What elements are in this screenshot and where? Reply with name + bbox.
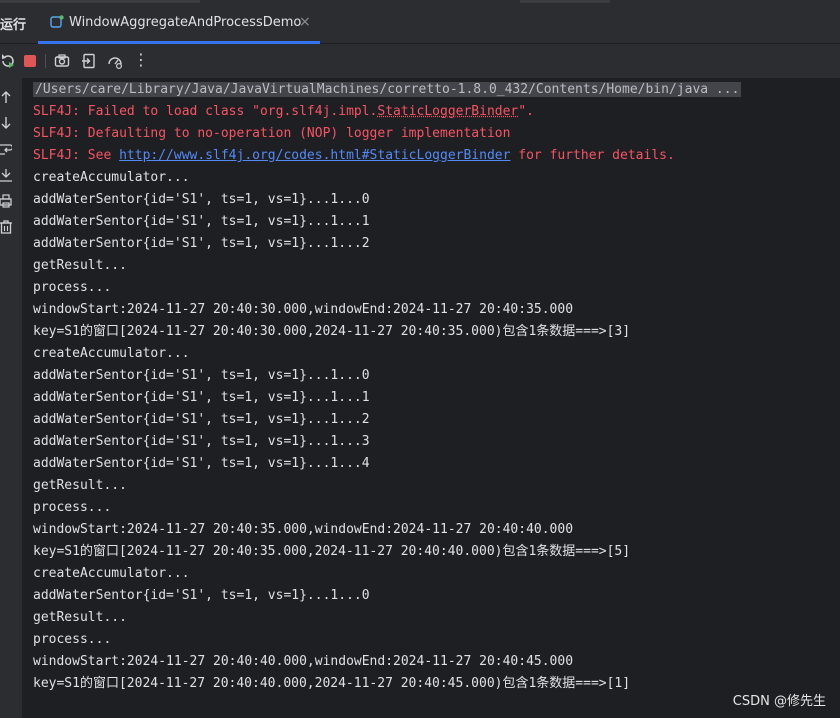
console-side-toolbar <box>0 78 22 718</box>
scroll-to-end-icon[interactable] <box>0 168 12 182</box>
console-line: createAccumulator... <box>33 566 190 581</box>
error-text: ". <box>518 104 534 119</box>
run-toolbar: ⋮ <box>0 44 840 78</box>
tab-window-aggregate-and-process-demo[interactable]: WindowAggregateAndProcessDemo × <box>38 8 320 44</box>
console-line: windowStart:2024-11-27 20:40:40.000,wind… <box>33 654 574 669</box>
soft-wrap-icon[interactable] <box>0 142 12 156</box>
console-line: addWaterSentor{id='S1', ts=1, vs=1}...1.… <box>33 236 370 251</box>
tab-label: WindowAggregateAndProcessDemo <box>69 15 302 30</box>
trash-icon[interactable] <box>0 220 12 234</box>
slf4j-link[interactable]: http://www.slf4j.org/codes.html#StaticLo… <box>119 148 510 163</box>
console-line: getResult... <box>33 610 127 625</box>
console-line: process... <box>33 280 112 295</box>
header-shadow <box>0 0 200 3</box>
header-shadow <box>520 0 610 3</box>
console-line: addWaterSentor{id='S1', ts=1, vs=1}...1.… <box>33 456 370 471</box>
console-line: key=S1的窗口[2024-11-27 20:40:40.000,2024-1… <box>33 676 631 691</box>
console-line: process... <box>33 500 112 515</box>
console-line: addWaterSentor{id='S1', ts=1, vs=1}...1.… <box>33 412 370 427</box>
console-line: addWaterSentor{id='S1', ts=1, vs=1}...1.… <box>33 214 370 229</box>
console-line: addWaterSentor{id='S1', ts=1, vs=1}...1.… <box>33 434 370 449</box>
console-line: addWaterSentor{id='S1', ts=1, vs=1}...1.… <box>33 368 370 383</box>
print-icon[interactable] <box>0 194 12 208</box>
toolbar-separator <box>45 54 46 68</box>
console-line: windowStart:2024-11-27 20:40:35.000,wind… <box>33 522 574 537</box>
console-line: addWaterSentor{id='S1', ts=1, vs=1}...1.… <box>33 390 370 405</box>
close-tab-icon[interactable]: × <box>299 14 311 30</box>
tool-window-header: 运行 WindowAggregateAndProcessDemo × <box>0 0 840 44</box>
more-icon[interactable]: ⋮ <box>133 51 149 69</box>
console-line: windowStart:2024-11-27 20:40:30.000,wind… <box>33 302 574 317</box>
console-line: createAccumulator... <box>33 346 190 361</box>
java-command[interactable]: /Users/care/Library/Java/JavaVirtualMach… <box>33 82 742 97</box>
console-error-line: SLF4J: Failed to load class "org.slf4j.i… <box>33 101 534 123</box>
error-text: for further details. <box>510 148 675 163</box>
console-error-line: SLF4J: See http://www.slf4j.org/codes.ht… <box>33 145 675 167</box>
arrow-down-icon[interactable] <box>0 116 12 130</box>
camera-icon[interactable] <box>54 53 70 69</box>
error-text: SLF4J: See <box>33 148 120 163</box>
profiler-icon[interactable] <box>107 53 123 69</box>
watermark: CSDN @修先生 <box>732 694 826 709</box>
export-icon[interactable] <box>81 53 97 69</box>
console-line: process... <box>33 632 112 647</box>
console-command-line[interactable]: /Users/care/Library/Java/JavaVirtualMach… <box>33 79 742 101</box>
error-text: SLF4J: Failed to load class "org.slf4j.i… <box>33 104 378 119</box>
console-line: addWaterSentor{id='S1', ts=1, vs=1}...1.… <box>33 192 370 207</box>
console-line: key=S1的窗口[2024-11-27 20:40:30.000,2024-1… <box>33 324 631 339</box>
console-line: addWaterSentor{id='S1', ts=1, vs=1}...1.… <box>33 588 370 603</box>
console-line: createAccumulator... <box>33 170 190 185</box>
run-config-icon <box>50 15 64 28</box>
console-output[interactable]: /Users/care/Library/Java/JavaVirtualMach… <box>22 78 840 718</box>
rerun-icon[interactable] <box>0 53 16 69</box>
stop-icon[interactable] <box>22 53 38 69</box>
console-error-line: SLF4J: Defaulting to no-operation (NOP) … <box>33 126 511 141</box>
run-panel-title: 运行 <box>0 18 27 33</box>
console-line: getResult... <box>33 478 127 493</box>
console-line: getResult... <box>33 258 127 273</box>
error-class-name: StaticLoggerBinder <box>377 104 519 119</box>
console-line: key=S1的窗口[2024-11-27 20:40:35.000,2024-1… <box>33 544 631 559</box>
arrow-up-icon[interactable] <box>0 90 12 104</box>
